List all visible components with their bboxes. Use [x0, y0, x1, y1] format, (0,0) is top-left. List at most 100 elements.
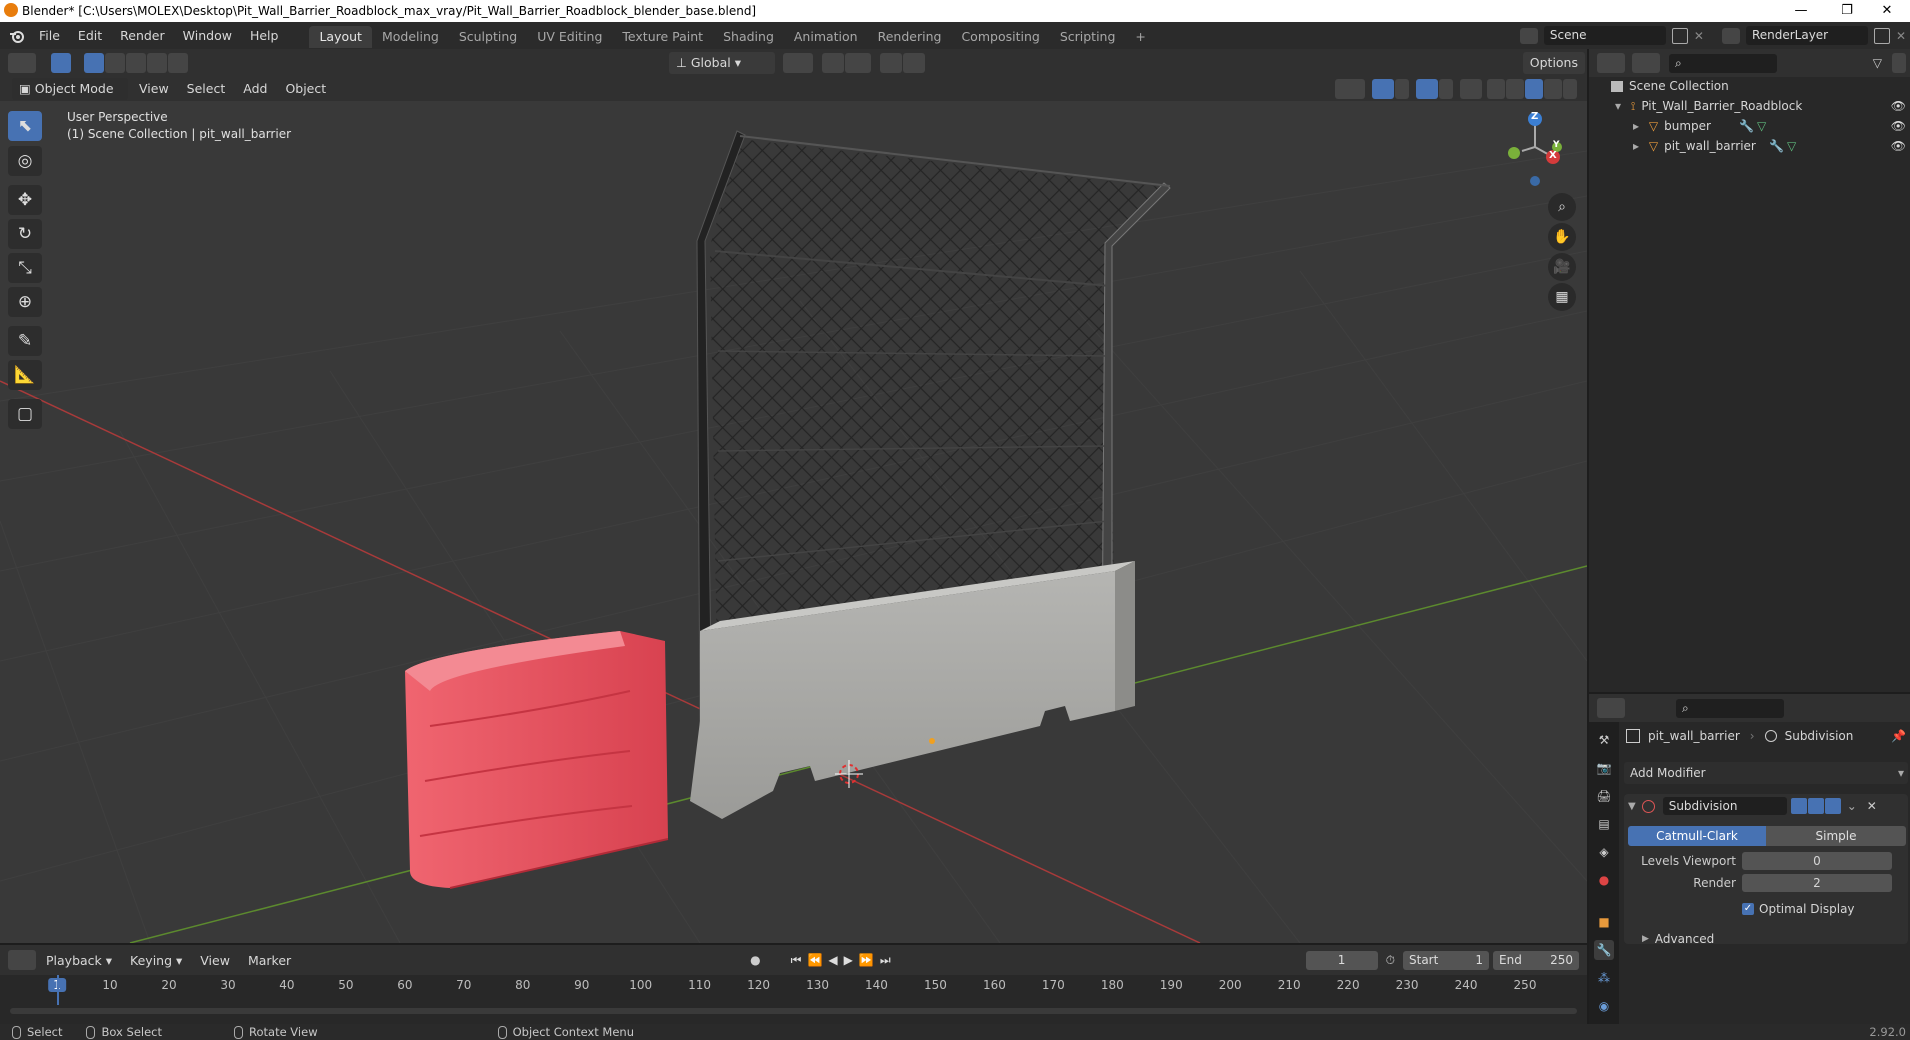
remove-view-layer-icon[interactable]: ✕: [1896, 29, 1906, 43]
blender-menu-icon[interactable]: [4, 22, 30, 49]
record-keyframe-icon[interactable]: ●: [750, 953, 760, 967]
select-invert-icon[interactable]: [147, 52, 167, 73]
output-tab-icon[interactable]: 🖨: [1594, 786, 1614, 806]
menu-render[interactable]: Render: [111, 22, 174, 49]
tab-uv-editing[interactable]: UV Editing: [527, 26, 612, 48]
jump-keyframe-back-icon[interactable]: ⏪: [807, 953, 828, 967]
visibility-eye-icon[interactable]: 👁: [1891, 96, 1906, 116]
viewport-menu-select[interactable]: Select: [178, 78, 235, 100]
cursor-tool[interactable]: ◎: [8, 146, 42, 176]
tab-modeling[interactable]: Modeling: [372, 26, 449, 48]
modifiers-tab-icon[interactable]: 🔧: [1594, 940, 1614, 960]
menu-file[interactable]: File: [30, 22, 69, 49]
scene-name-field[interactable]: Scene: [1543, 26, 1666, 45]
visibility-icon[interactable]: [1335, 79, 1365, 99]
minimize-button[interactable]: —: [1778, 0, 1824, 22]
display-mode-icon[interactable]: [1632, 53, 1660, 73]
snap-icon[interactable]: [822, 52, 844, 73]
start-frame-field[interactable]: Start 1: [1403, 950, 1489, 970]
tab-rendering[interactable]: Rendering: [868, 26, 952, 48]
select-new-icon[interactable]: [84, 52, 104, 73]
menu-window[interactable]: Window: [174, 22, 241, 49]
timeline-ruler[interactable]: 1102030405060708090100110120130140150160…: [0, 975, 1587, 997]
current-frame-field[interactable]: 1: [1305, 950, 1378, 970]
scene-icon[interactable]: [1519, 27, 1538, 44]
render-layer-field[interactable]: RenderLayer: [1745, 26, 1868, 45]
tab-compositing[interactable]: Compositing: [951, 26, 1049, 48]
outliner-row-pit-wall-barrier[interactable]: ▸ ▽ pit_wall_barrier 🔧 ▽ 👁: [1589, 136, 1910, 156]
outliner-search-input[interactable]: ⌕: [1669, 53, 1777, 73]
close-window-button[interactable]: ✕: [1864, 0, 1910, 22]
menu-edit[interactable]: Edit: [69, 22, 111, 49]
snap-target-icon[interactable]: [845, 52, 871, 73]
visibility-eye-icon[interactable]: 👁: [1891, 116, 1906, 136]
zoom-icon[interactable]: ⌕: [1548, 193, 1576, 221]
proportional-editing-icon[interactable]: [880, 52, 902, 73]
xray-toggle-icon[interactable]: [1460, 79, 1482, 99]
render-tab-icon[interactable]: 📷: [1594, 758, 1614, 778]
outliner-row-bumper[interactable]: ▸ ▽ bumper 🔧 ▽ 👁: [1589, 116, 1910, 136]
select-extend-icon[interactable]: [105, 52, 125, 73]
rotate-tool[interactable]: ↻: [8, 219, 42, 249]
overlays-dropdown-icon[interactable]: [1439, 79, 1453, 99]
viewport-toggle-icon[interactable]: [1807, 798, 1824, 814]
expand-arrow-icon[interactable]: ▾: [1615, 99, 1621, 113]
tab-animation[interactable]: Animation: [784, 26, 868, 48]
pin-icon[interactable]: 📌: [1891, 729, 1906, 743]
tab-sculpting[interactable]: Sculpting: [449, 26, 527, 48]
simple-button[interactable]: Simple: [1766, 826, 1906, 846]
add-workspace-button[interactable]: +: [1125, 26, 1155, 48]
measure-tool[interactable]: 📐: [8, 360, 42, 390]
view-layer-icon[interactable]: [1721, 27, 1740, 44]
gizmo-dropdown-icon[interactable]: [1395, 79, 1409, 99]
playhead-line[interactable]: [57, 975, 59, 1005]
stopwatch-icon[interactable]: ⏱: [1386, 953, 1395, 968]
perspective-toggle-icon[interactable]: ▦: [1548, 283, 1576, 311]
transform-orientation-dropdown[interactable]: ⊥ Global ▾: [669, 51, 775, 74]
timeline-scrollbar[interactable]: [10, 1008, 1577, 1014]
play-reverse-icon[interactable]: ◀: [828, 953, 843, 967]
modifier-options-icon[interactable]: ⌄: [1847, 799, 1857, 813]
3d-viewport[interactable]: User Perspective (1) Scene Collection | …: [0, 101, 1587, 943]
jump-end-icon[interactable]: ⏭: [880, 953, 897, 967]
jump-keyframe-forward-icon[interactable]: ⏩: [859, 953, 880, 967]
timeline-editor-type-icon[interactable]: [8, 950, 36, 970]
shading-dropdown-icon[interactable]: [1563, 79, 1577, 99]
pivot-point-icon[interactable]: [783, 52, 813, 73]
visibility-eye-icon[interactable]: 👁: [1891, 136, 1906, 156]
move-tool[interactable]: ✥: [8, 185, 42, 215]
editor-type-icon[interactable]: [8, 52, 36, 73]
viewport-menu-object[interactable]: Object: [276, 78, 335, 100]
material-preview-shading-icon[interactable]: [1525, 79, 1543, 99]
annotate-tool[interactable]: ✎: [8, 326, 42, 356]
new-collection-icon[interactable]: [1892, 53, 1906, 73]
expand-arrow-icon[interactable]: ▶: [1642, 934, 1649, 944]
outliner-row-collection[interactable]: ▾ ⟟ Pit_Wall_Barrier_Roadblock 👁: [1589, 96, 1910, 116]
timeline-menu-keying[interactable]: Keying ▾: [121, 947, 191, 974]
select-box-tool[interactable]: ⬉: [8, 111, 42, 141]
mode-dropdown[interactable]: ▣ Object Mode ▾: [12, 78, 128, 118]
transform-tool[interactable]: ⊕: [8, 287, 42, 317]
physics-tab-icon[interactable]: ◉: [1594, 996, 1614, 1016]
remove-scene-icon[interactable]: ✕: [1694, 29, 1704, 43]
scene-tab-icon[interactable]: ◈: [1594, 842, 1614, 862]
menu-help[interactable]: Help: [241, 22, 288, 49]
world-tab-icon[interactable]: ●: [1594, 870, 1614, 890]
select-mode-icon[interactable]: [51, 52, 71, 73]
viewport-menu-add[interactable]: Add: [234, 78, 276, 100]
tab-shading[interactable]: Shading: [713, 26, 784, 48]
object-tab-icon[interactable]: ■: [1594, 912, 1614, 932]
expand-arrow-icon[interactable]: ▸: [1633, 119, 1639, 133]
view-layer-tab-icon[interactable]: ▤: [1594, 814, 1614, 834]
gizmo-toggle-icon[interactable]: [1372, 79, 1394, 99]
outliner-editor-type-icon[interactable]: [1597, 53, 1625, 73]
pan-hand-icon[interactable]: ✋: [1548, 223, 1576, 251]
end-frame-field[interactable]: End 250: [1493, 950, 1579, 970]
add-modifier-dropdown[interactable]: Add Modifier ▾: [1624, 762, 1908, 784]
new-view-layer-icon[interactable]: [1873, 27, 1890, 44]
timeline-menu-view[interactable]: View: [191, 947, 239, 974]
outliner-row-scene-collection[interactable]: Scene Collection: [1589, 76, 1910, 96]
levels-viewport-field[interactable]: 0: [1742, 852, 1892, 870]
catmull-clark-button[interactable]: Catmull-Clark: [1628, 826, 1766, 846]
rendered-shading-icon[interactable]: [1544, 79, 1562, 99]
